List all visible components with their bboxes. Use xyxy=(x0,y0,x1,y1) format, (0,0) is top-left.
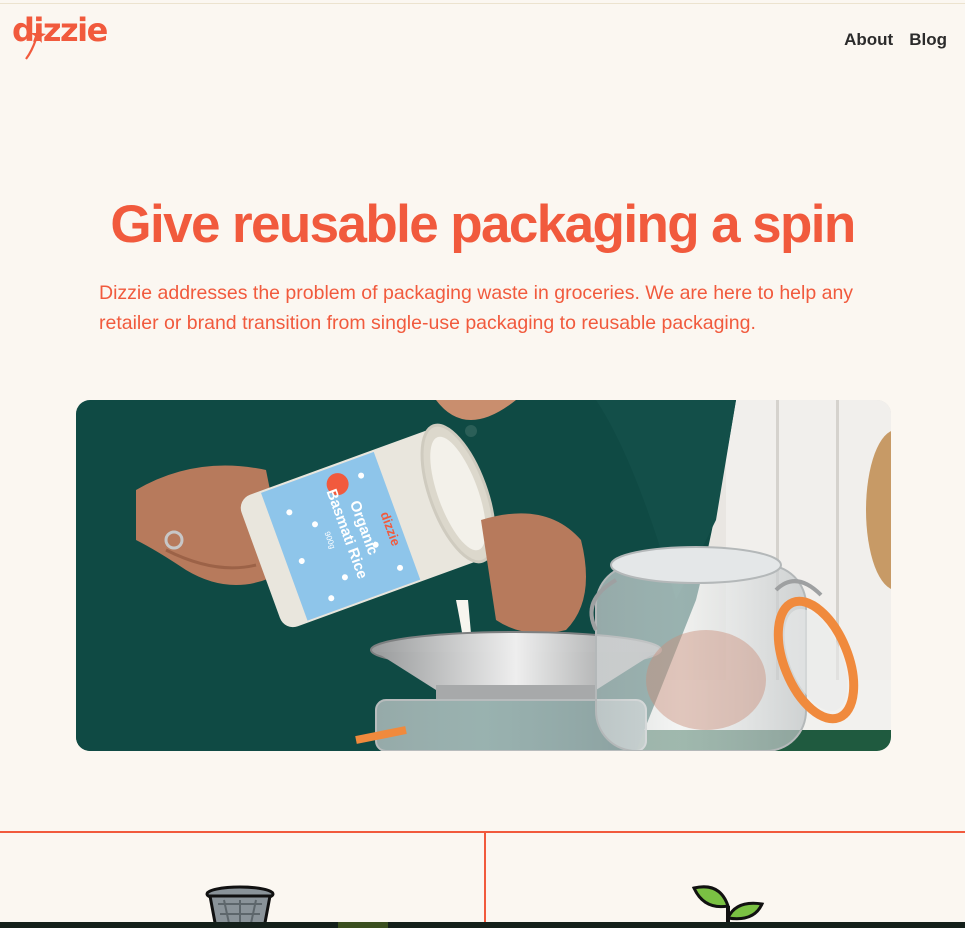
hero-illustration: dizzie Organic Basmati Rice 900g xyxy=(76,400,891,751)
hero-image: dizzie Organic Basmati Rice 900g xyxy=(76,400,891,751)
top-border xyxy=(0,3,965,4)
nav-about-link[interactable]: About xyxy=(844,30,893,50)
hero-subtitle: Dizzie addresses the problem of packagin… xyxy=(99,282,854,334)
hero-title: Give reusable packaging a spin xyxy=(110,195,856,254)
logo-star-icon xyxy=(25,27,46,60)
bottom-bar-segment xyxy=(338,922,388,928)
section-divider-vertical xyxy=(484,831,486,928)
main-nav: About Blog xyxy=(844,30,947,50)
bottom-bar xyxy=(0,922,965,928)
nav-blog-link[interactable]: Blog xyxy=(909,30,947,50)
section-divider-horizontal xyxy=(0,831,965,833)
